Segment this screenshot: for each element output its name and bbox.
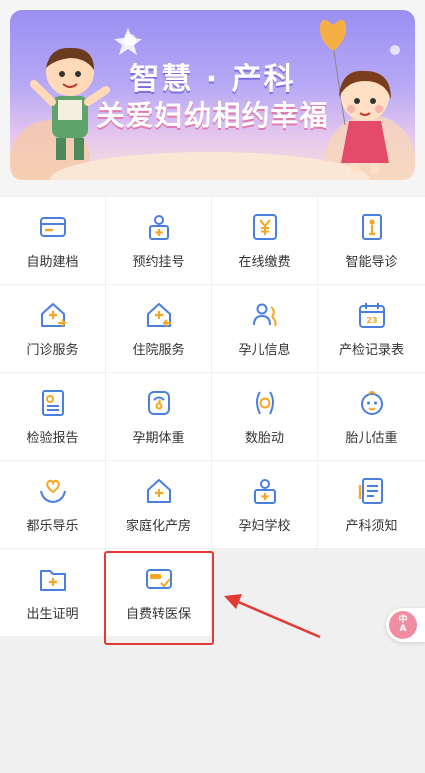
menu-item-fetal-weight[interactable]: 胎儿估重 (318, 373, 425, 460)
menu-item-online-payment[interactable]: 在线缴费 (212, 197, 317, 284)
menu-item-label: 家庭化产房 (125, 519, 191, 534)
menu-item-label: 孕儿信息 (238, 343, 291, 358)
menu-item-birth-certificate[interactable]: 出生证明 (0, 549, 105, 636)
home-plus-icon (146, 479, 171, 503)
menu-item-label: 智能导诊 (345, 255, 398, 270)
banner-title: 智慧 · 产科 (129, 62, 296, 97)
banner-subtitle: 关爱妇幼相约幸福 (96, 99, 329, 132)
language-icon: 中A (389, 611, 417, 639)
menu-item-label: 预约挂号 (132, 255, 185, 270)
menu-item-label: 出生证明 (26, 607, 79, 622)
person-plus-icon (148, 215, 169, 240)
menu-item-pregnancy-info[interactable]: 孕儿信息 (212, 285, 317, 372)
highlight-box (104, 551, 214, 645)
menu-item-obstetric-notice[interactable]: 产科须知 (318, 461, 425, 548)
menu-item-prenatal-school[interactable]: 孕妇学校 (212, 461, 317, 548)
menu-item-label: 孕妇学校 (238, 519, 291, 534)
menu-item-inpatient[interactable]: 住院服务 (106, 285, 211, 372)
menu-item-label: 检验报告 (26, 431, 79, 446)
menu-item-lab-report[interactable]: 检验报告 (0, 373, 105, 460)
notice-doc-icon (358, 478, 383, 504)
menu-item-pregnancy-weight[interactable]: 孕期体重 (106, 373, 211, 460)
menu-item-label: 产检记录表 (338, 343, 404, 358)
menu-item-doula[interactable]: 都乐导乐 (0, 461, 105, 548)
menu-item-label: 数胎动 (244, 431, 284, 446)
heart-hands-icon (39, 479, 66, 504)
menu-item-label: 自助建档 (26, 255, 79, 270)
menu-item-label: 胎儿估重 (345, 431, 398, 446)
red-arrow-icon (224, 594, 321, 639)
menu-item-label: 孕期体重 (132, 431, 185, 446)
menu-item-label: 门诊服务 (26, 343, 79, 358)
menu-item-outpatient[interactable]: 门诊服务 (0, 285, 105, 372)
fetal-movement-icon (255, 391, 274, 415)
menu-item-family-delivery-room[interactable]: 家庭化产房 (106, 461, 211, 548)
baby-face-icon (360, 391, 383, 415)
card-icon (39, 217, 66, 237)
menu-item-smart-guide[interactable]: 智能导诊 (318, 197, 425, 284)
certificate-folder-icon (39, 570, 66, 591)
hospital-house-icon (146, 303, 171, 327)
guide-person-icon (361, 214, 382, 240)
scale-icon (147, 391, 170, 415)
clinic-house-icon (40, 303, 66, 327)
menu-item-self-registration[interactable]: 自助建档 (0, 197, 105, 284)
promo-banner[interactable]: 智慧 · 产科 关爱妇幼相约幸福 (10, 10, 415, 180)
report-icon (41, 390, 64, 416)
menu-item-label: 都乐导乐 (26, 519, 79, 534)
language-toggle-button[interactable]: 中A (386, 608, 425, 642)
menu-item-fetal-movement[interactable]: 数胎动 (212, 373, 317, 460)
menu-item-label: 在线缴费 (238, 255, 291, 270)
svg-text:23: 23 (366, 316, 377, 325)
school-icon (253, 479, 276, 504)
calendar-icon: 23 (358, 303, 385, 328)
mother-baby-icon (252, 303, 277, 327)
menu-item-appointment[interactable]: 预约挂号 (106, 197, 211, 284)
menu-item-label: 住院服务 (132, 343, 185, 358)
menu-item-label: 产科须知 (345, 519, 398, 534)
yen-icon (252, 214, 277, 240)
menu-item-prenatal-record[interactable]: 23 产检记录表 (318, 285, 425, 372)
banner-area: 智慧 · 产科 关爱妇幼相约幸福 (0, 0, 425, 196)
